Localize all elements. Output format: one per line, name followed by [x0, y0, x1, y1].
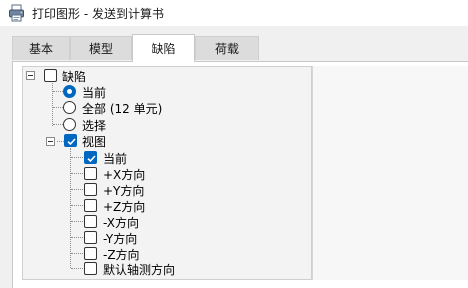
imperfections-checkbox[interactable]: [44, 69, 57, 82]
views-checkbox[interactable]: [64, 134, 77, 147]
view-default-iso-label: 默认轴测方向: [103, 263, 176, 277]
window-title: 打印图形 - 发送到计算书: [32, 7, 164, 21]
printer-icon: [8, 4, 26, 22]
collapse-toggle-views[interactable]: [46, 137, 55, 146]
tree-line: [71, 189, 83, 190]
current-radio[interactable]: [63, 85, 76, 98]
all-label: 全部 (12 单元): [82, 102, 163, 116]
view-plus-y-label: +Y方向: [103, 184, 145, 198]
tab-basic[interactable]: 基本: [12, 36, 70, 60]
view-plus-z-label: +Z方向: [103, 200, 146, 214]
selection-label: 选择: [82, 119, 107, 133]
tree-line: [52, 83, 53, 126]
tree-line: [53, 91, 63, 92]
preview-pane: [313, 66, 468, 280]
all-radio[interactable]: [63, 101, 76, 114]
view-plus-x-checkbox[interactable]: [84, 167, 97, 180]
tree-line: [57, 141, 64, 142]
title-bar: 打印图形 - 发送到计算书: [0, 0, 468, 26]
view-plus-y-checkbox[interactable]: [84, 183, 97, 196]
tab-model[interactable]: 模型: [70, 36, 132, 60]
view-minus-y-label: -Y方向: [103, 232, 138, 246]
view-minus-x-checkbox[interactable]: [84, 215, 97, 228]
views-label: 视图: [82, 135, 107, 149]
view-default-iso-checkbox[interactable]: [84, 262, 97, 275]
tree-view[interactable]: [22, 66, 312, 280]
tree-line: [71, 221, 83, 222]
view-minus-y-checkbox[interactable]: [84, 231, 97, 244]
view-minus-x-label: -X方向: [103, 216, 139, 230]
tree-line: [53, 107, 63, 108]
view-current-label: 当前: [103, 152, 128, 166]
tab-imperfections[interactable]: 缺陷: [132, 34, 195, 62]
view-minus-z-checkbox[interactable]: [84, 247, 97, 260]
tree-line: [71, 173, 83, 174]
view-plus-z-checkbox[interactable]: [84, 199, 97, 212]
tree-line: [71, 205, 83, 206]
tree-line: [71, 237, 83, 238]
selection-radio[interactable]: [63, 118, 76, 131]
imperfections-label: 缺陷: [62, 70, 87, 84]
tree-line: [71, 268, 83, 269]
view-plus-x-label: +X方向: [103, 168, 146, 182]
tree-line: [70, 148, 71, 268]
current-label: 当前: [82, 86, 107, 100]
tab-loads[interactable]: 荷载: [195, 36, 259, 60]
tree-line: [71, 157, 83, 158]
view-current-checkbox[interactable]: [84, 151, 97, 164]
tree-line: [71, 253, 83, 254]
tree-line: [53, 124, 63, 125]
collapse-toggle-root[interactable]: [26, 71, 35, 80]
